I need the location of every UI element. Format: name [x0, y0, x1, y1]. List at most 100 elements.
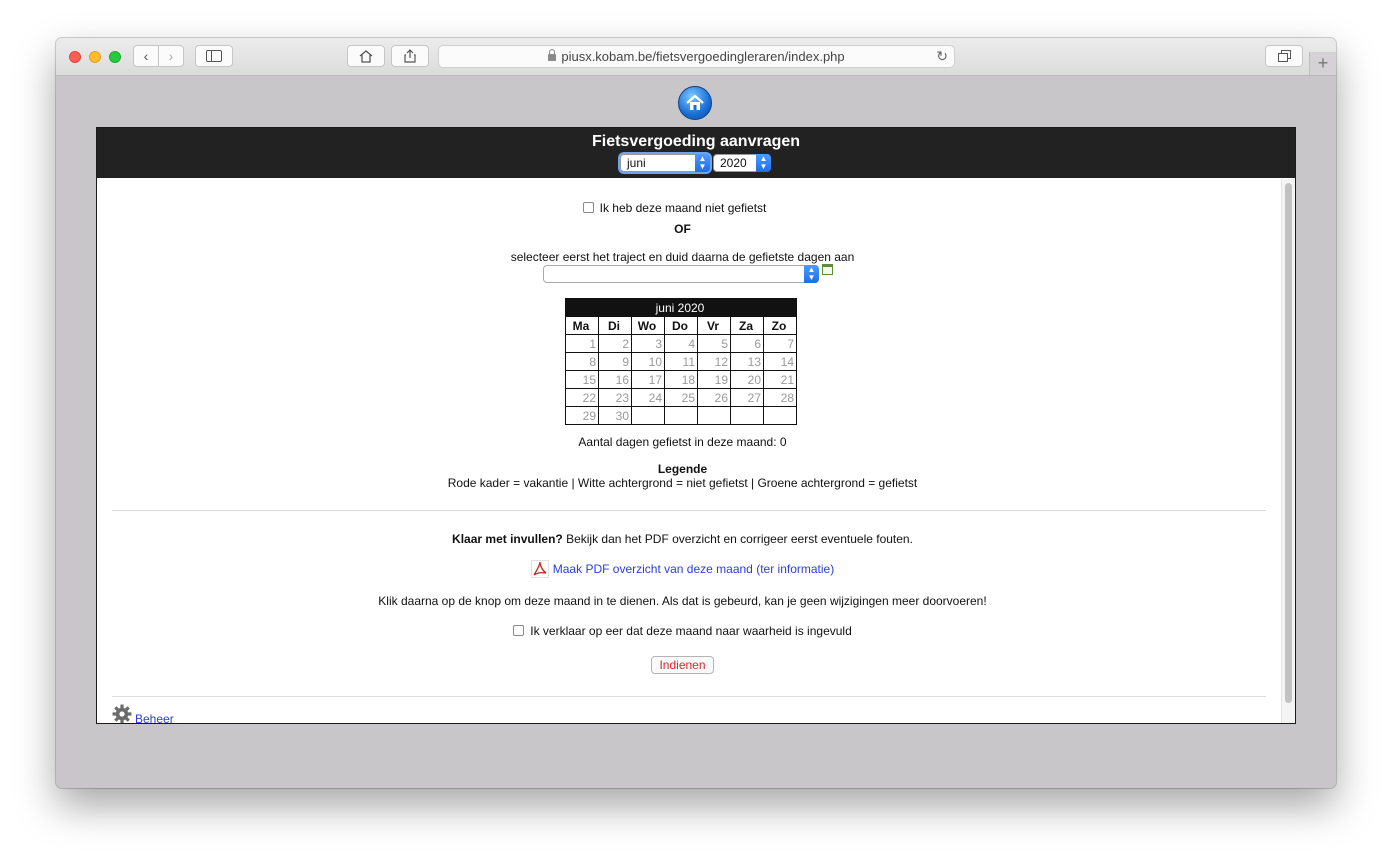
content-area: Ik heb deze maand niet gefietst OF selec… — [97, 179, 1282, 724]
tabs-icon — [1277, 50, 1291, 62]
calendar-day[interactable]: 22 — [565, 388, 599, 407]
forward-button[interactable]: › — [158, 45, 184, 67]
done-bold: Klaar met invullen? — [452, 532, 563, 546]
submit-row: Indienen — [97, 656, 1275, 674]
home-button[interactable] — [347, 45, 385, 67]
calendar-day-empty — [631, 406, 665, 425]
done-text: Klaar met invullen? Bekijk dan het PDF o… — [97, 532, 1275, 546]
sidebar-icon — [206, 50, 222, 62]
calendar-title: juni 2020 — [565, 298, 797, 317]
back-button[interactable]: ‹ — [133, 45, 159, 67]
calendar-week-row: 22 23 24 25 26 27 28 — [565, 388, 797, 407]
not-cycled-checkbox[interactable] — [582, 202, 594, 213]
calendar-week-row: 29 30 — [565, 406, 797, 425]
declare-label: Ik verklaar op eer dat deze maand naar w… — [530, 624, 852, 638]
reload-icon[interactable]: ↻ — [936, 48, 948, 65]
share-icon — [404, 49, 416, 63]
calendar-day[interactable]: 29 — [565, 406, 599, 425]
calendar-day[interactable]: 6 — [730, 334, 764, 353]
url-text: piusx.kobam.be/fietsvergoedingleraren/in… — [561, 49, 845, 64]
calendar-day[interactable]: 12 — [697, 352, 731, 371]
main-panel: Fietsvergoeding aanvragen juni ▲ ▼ 2020 ▲… — [96, 127, 1296, 724]
calendar-day[interactable]: 21 — [763, 370, 797, 389]
calendar-day[interactable]: 13 — [730, 352, 764, 371]
page-header: Fietsvergoeding aanvragen juni ▲ ▼ 2020 ▲… — [97, 128, 1295, 178]
calendar-day[interactable]: 25 — [664, 388, 698, 407]
calendar-week-row: 15 16 17 18 19 20 21 — [565, 370, 797, 389]
route-select[interactable]: ▲ ▼ — [543, 265, 819, 283]
calendar-day[interactable]: 18 — [664, 370, 698, 389]
chevron-left-icon: ‹ — [143, 48, 149, 64]
gear-icon[interactable] — [112, 704, 132, 724]
month-select-value: juni — [627, 156, 646, 170]
calendar-day[interactable]: 9 — [598, 352, 632, 371]
calendar-day[interactable]: 17 — [631, 370, 665, 389]
calendar-day-empty — [664, 406, 698, 425]
browser-toolbar: ‹ › piusx.kobam.be/fietsvergoedinglerare… — [56, 38, 1336, 76]
tabs-overview-button[interactable] — [1265, 45, 1303, 67]
legend-title: Legende — [657, 462, 708, 476]
declare-checkbox[interactable] — [513, 625, 525, 636]
lock-icon — [548, 49, 557, 61]
page-scrollbar[interactable] — [1281, 179, 1295, 723]
select-arrows-icon: ▲ ▼ — [804, 265, 819, 283]
calendar-day[interactable]: 4 — [664, 334, 698, 353]
new-tab-button[interactable]: + — [1309, 52, 1336, 75]
calendar-day[interactable]: 23 — [598, 388, 632, 407]
calendar-day[interactable]: 27 — [730, 388, 764, 407]
pdf-icon[interactable] — [530, 560, 549, 578]
select-arrows-icon: ▲ ▼ — [756, 154, 771, 172]
page-title: Fietsvergoeding aanvragen — [591, 133, 801, 150]
minimize-window-button[interactable] — [89, 51, 101, 63]
calendar-day[interactable]: 2 — [598, 334, 632, 353]
address-bar[interactable]: piusx.kobam.be/fietsvergoedingleraren/in… — [438, 45, 955, 68]
calendar-day[interactable]: 5 — [697, 334, 731, 353]
calendar-day[interactable]: 15 — [565, 370, 599, 389]
calendar-day[interactable]: 7 — [763, 334, 797, 353]
calendar-day[interactable]: 28 — [763, 388, 797, 407]
or-label: OF — [674, 222, 691, 236]
legend-text: Rode kader = vakantie | Witte achtergron… — [447, 476, 918, 490]
home-icon[interactable] — [678, 86, 712, 120]
close-window-button[interactable] — [69, 51, 81, 63]
not-cycled-label: Ik heb deze maand niet gefietst — [599, 201, 767, 215]
calendar-day[interactable]: 26 — [697, 388, 731, 407]
calendar-day[interactable]: 10 — [631, 352, 665, 371]
share-button[interactable] — [391, 45, 429, 67]
declare-row: Ik verklaar op eer dat deze maand naar w… — [97, 624, 1275, 638]
year-select[interactable]: 2020 ▲ ▼ — [713, 154, 771, 172]
calendar-day[interactable]: 19 — [697, 370, 731, 389]
submit-button[interactable]: Indienen — [651, 656, 714, 674]
calendar-day[interactable]: 8 — [565, 352, 599, 371]
pdf-overview-link[interactable]: Maak PDF overzicht van deze maand (ter i… — [553, 562, 834, 576]
calendar-day[interactable]: 3 — [631, 334, 665, 353]
beheer-link[interactable]: Beheer — [135, 712, 174, 723]
day-of-week-header: Za — [730, 316, 764, 335]
not-cycled-row: Ik heb deze maand niet gefietst — [97, 201, 1267, 215]
calendar-week-row: 1 2 3 4 5 6 7 — [565, 334, 797, 353]
pdf-row: Maak PDF overzicht van deze maand (ter i… — [97, 560, 1275, 578]
day-of-week-header: Vr — [697, 316, 731, 335]
calendar-day-empty — [697, 406, 731, 425]
year-select-value: 2020 — [720, 156, 747, 170]
scrollbar-thumb[interactable] — [1285, 183, 1292, 703]
calendar-day[interactable]: 24 — [631, 388, 665, 407]
day-of-week-header: Zo — [763, 316, 797, 335]
calendar-day[interactable]: 14 — [763, 352, 797, 371]
day-of-week-header: Do — [664, 316, 698, 335]
calendar-day[interactable]: 1 — [565, 334, 599, 353]
zoom-window-button[interactable] — [109, 51, 121, 63]
month-select[interactable]: juni ▲ ▼ — [620, 154, 710, 172]
calendar-day[interactable]: 11 — [664, 352, 698, 371]
sidebar-button[interactable] — [195, 45, 233, 67]
web-viewport: Fietsvergoeding aanvragen juni ▲ ▼ 2020 ▲… — [56, 76, 1336, 788]
day-of-week-header: Ma — [565, 316, 599, 335]
calendar-table: juni 2020 Ma Di Wo Do Vr Za Zo 1 2 3 4 5… — [565, 298, 797, 425]
house-glyph-icon — [686, 94, 704, 110]
calendar-day[interactable]: 20 — [730, 370, 764, 389]
calendar-day[interactable]: 16 — [598, 370, 632, 389]
calendar-day[interactable]: 30 — [598, 406, 632, 425]
calendar-icon[interactable] — [822, 264, 833, 275]
calendar-week-row: 8 9 10 11 12 13 14 — [565, 352, 797, 371]
day-of-week-header: Wo — [631, 316, 665, 335]
